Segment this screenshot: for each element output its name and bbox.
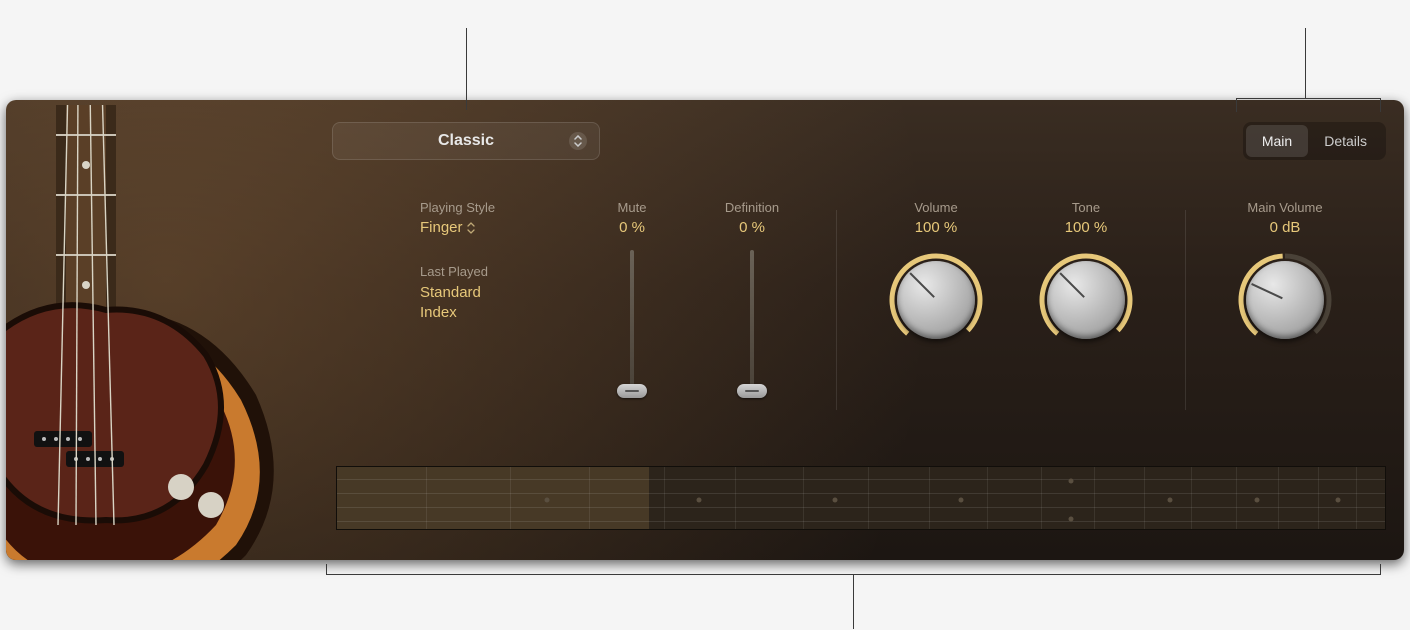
slider-thumb[interactable] xyxy=(737,384,767,398)
fret-marker-dot xyxy=(544,498,549,503)
separator xyxy=(836,210,837,410)
fret-marker-dot xyxy=(832,498,837,503)
plugin-window: Classic Main Details Playing Style Finge… xyxy=(6,100,1404,560)
fret-line xyxy=(1318,467,1319,529)
last-played-line1: Standard xyxy=(420,283,488,303)
callout-line xyxy=(326,564,327,574)
mute-value: 0 % xyxy=(619,219,645,236)
preset-selector[interactable]: Classic xyxy=(332,122,600,160)
fret-marker-dot xyxy=(1068,517,1073,522)
main-volume-label: Main Volume xyxy=(1247,200,1322,215)
fret-line xyxy=(1236,467,1237,529)
view-tabs: Main Details xyxy=(1243,122,1386,160)
main-volume-group: Main Volume 0 dB xyxy=(1210,200,1360,348)
last-played-group: Last Played Standard Index xyxy=(420,264,488,323)
main-volume-knob[interactable] xyxy=(1237,252,1333,348)
definition-value: 0 % xyxy=(739,219,765,236)
callout-line xyxy=(1380,98,1381,112)
chevron-updown-icon xyxy=(467,222,475,234)
callout-line xyxy=(853,574,854,629)
fret-line xyxy=(1278,467,1279,529)
fret-line xyxy=(1144,467,1145,529)
fret-line xyxy=(589,467,590,529)
preset-name: Classic xyxy=(438,132,494,150)
fret-line xyxy=(1041,467,1042,529)
playing-style-label: Playing Style xyxy=(420,200,495,215)
fret-line xyxy=(426,467,427,529)
main-parameters: Playing Style Finger Last Played Standar… xyxy=(402,200,1384,420)
fret-marker-dot xyxy=(958,498,963,503)
definition-label: Definition xyxy=(725,200,779,215)
last-played-line2: Index xyxy=(420,303,488,323)
bass-guitar-illustration xyxy=(6,105,296,560)
volume-knob[interactable] xyxy=(888,252,984,348)
fret-marker-dot xyxy=(1068,479,1073,484)
callout-line xyxy=(1236,98,1237,112)
fret-line xyxy=(1094,467,1095,529)
callout-line xyxy=(1305,28,1306,98)
definition-slider[interactable] xyxy=(750,250,754,390)
main-volume-value: 0 dB xyxy=(1270,219,1301,236)
fret-line xyxy=(868,467,869,529)
callout-line xyxy=(1236,98,1381,99)
fret-line xyxy=(987,467,988,529)
fret-marker-dot xyxy=(1335,498,1340,503)
tone-group: Tone 100 % xyxy=(1011,200,1161,348)
slider-thumb[interactable] xyxy=(617,384,647,398)
fret-line xyxy=(929,467,930,529)
mute-slider[interactable] xyxy=(630,250,634,390)
fretboard-string xyxy=(337,493,1385,494)
fretboard-string xyxy=(337,479,1385,480)
fret-line xyxy=(510,467,511,529)
volume-value: 100 % xyxy=(915,219,958,236)
tone-value: 100 % xyxy=(1065,219,1108,236)
fretboard-string xyxy=(337,521,1385,522)
fret-marker-dot xyxy=(1255,498,1260,503)
separator xyxy=(1185,210,1186,410)
mute-group: Mute 0 % xyxy=(572,200,692,390)
fretboard[interactable] xyxy=(336,466,1386,530)
fretboard-playable-region xyxy=(337,467,649,529)
fretboard-string xyxy=(337,507,1385,508)
volume-label: Volume xyxy=(914,200,957,215)
definition-group: Definition 0 % xyxy=(692,200,812,390)
playing-style-value: Finger xyxy=(420,219,463,236)
tab-main[interactable]: Main xyxy=(1246,125,1308,157)
fret-line xyxy=(1356,467,1357,529)
mute-label: Mute xyxy=(618,200,647,215)
fret-line xyxy=(803,467,804,529)
fret-line xyxy=(1191,467,1192,529)
callout-line xyxy=(466,28,467,110)
volume-group: Volume 100 % xyxy=(861,200,1011,348)
fret-line xyxy=(664,467,665,529)
playing-style-selector[interactable]: Finger xyxy=(420,219,475,236)
playing-style-group: Playing Style Finger Last Played Standar… xyxy=(420,200,550,323)
fret-marker-dot xyxy=(696,498,701,503)
tone-knob[interactable] xyxy=(1038,252,1134,348)
tone-label: Tone xyxy=(1072,200,1100,215)
fret-line xyxy=(735,467,736,529)
last-played-label: Last Played xyxy=(420,264,488,279)
tab-details[interactable]: Details xyxy=(1308,125,1383,157)
callout-line xyxy=(1380,564,1381,574)
fret-marker-dot xyxy=(1168,498,1173,503)
chevron-updown-icon xyxy=(569,132,587,150)
